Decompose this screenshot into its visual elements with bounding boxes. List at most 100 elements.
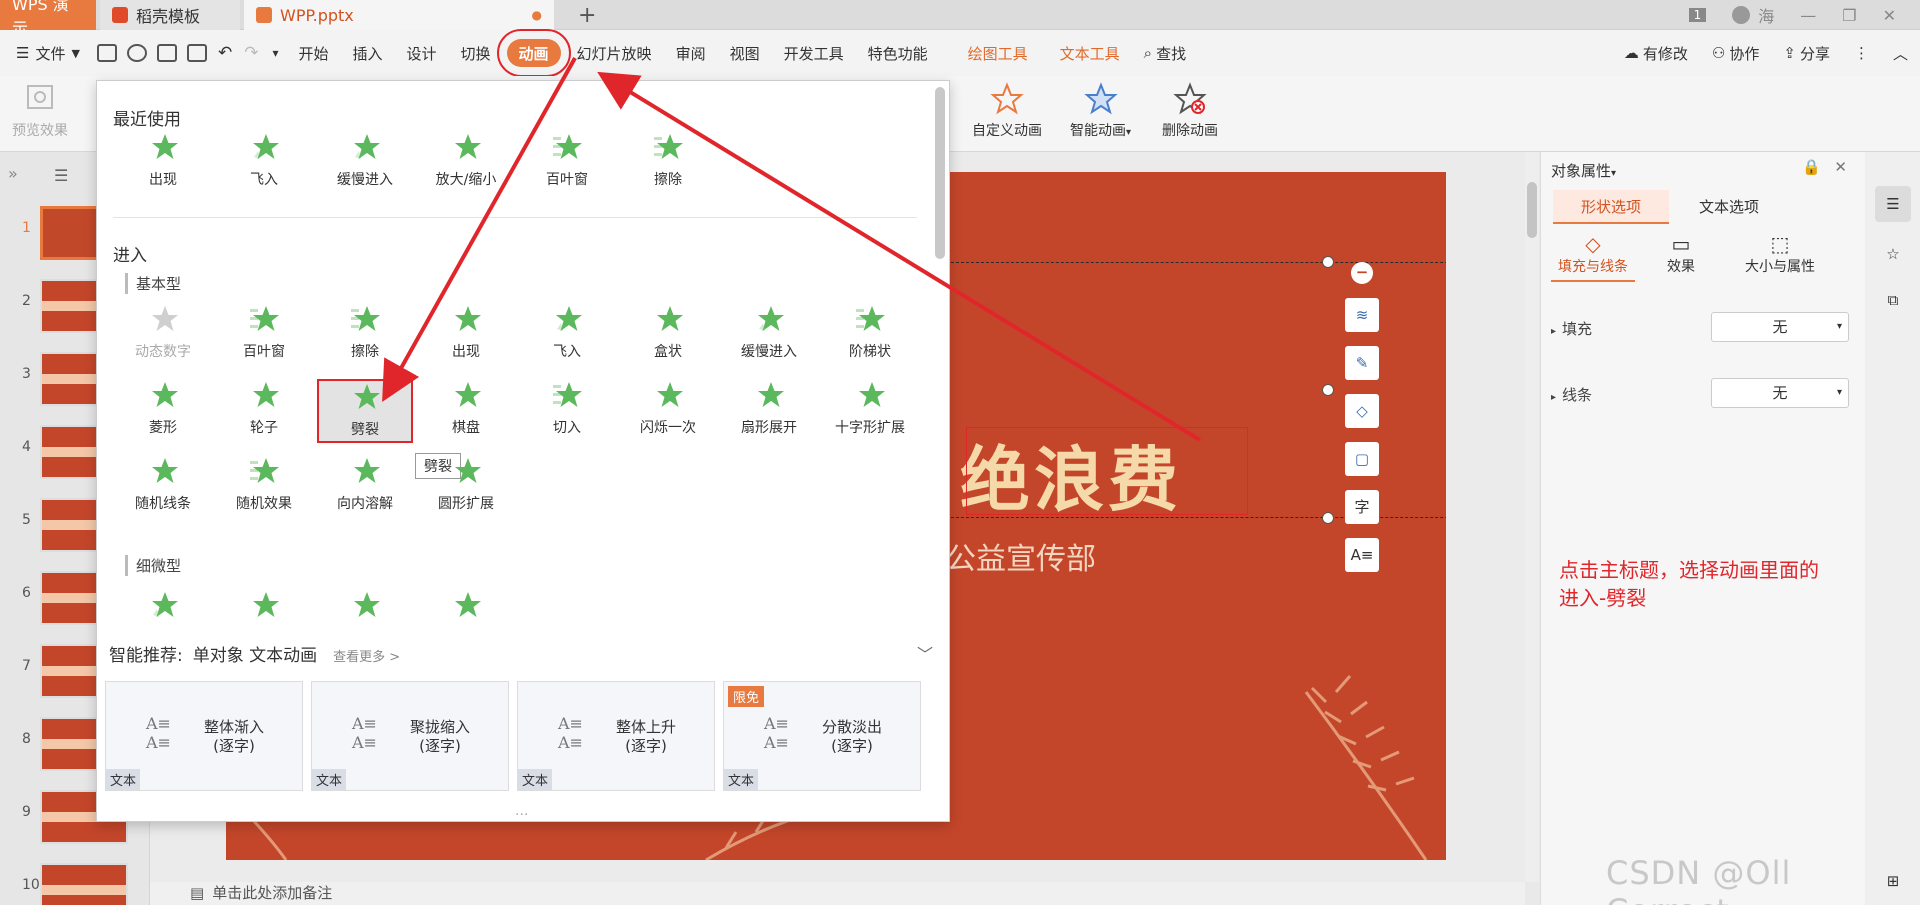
- animation-option[interactable]: [216, 589, 312, 653]
- resize-grip[interactable]: ...: [515, 803, 528, 819]
- animation-option[interactable]: 阶梯状: [822, 303, 918, 367]
- notes-bar[interactable]: ▤ 单击此处添加备注: [150, 882, 1525, 905]
- animation-option[interactable]: 飞入: [216, 131, 312, 195]
- tab-text-options[interactable]: 文本选项: [1671, 190, 1787, 224]
- expand-pane-icon[interactable]: »: [8, 164, 18, 183]
- file-menu[interactable]: ☰ 文件 ▼: [0, 39, 92, 67]
- animation-option[interactable]: 菱形: [115, 379, 211, 443]
- smart-recommend-card[interactable]: A≡ A≡ 聚拢缩入 (逐字) 文本: [311, 681, 509, 791]
- animation-option[interactable]: [115, 589, 211, 653]
- minimize-icon[interactable]: —: [1800, 6, 1816, 25]
- subtab-fill-line[interactable]: ◇ 填充与线条: [1551, 232, 1635, 282]
- animation-option[interactable]: 切入: [519, 379, 615, 443]
- resize-handle[interactable]: [1322, 384, 1334, 396]
- resize-handle[interactable]: [1322, 256, 1334, 268]
- tab-shape-options[interactable]: 形状选项: [1553, 190, 1669, 224]
- animation-option[interactable]: 圆形扩展: [418, 455, 514, 519]
- animation-option[interactable]: 缓慢进入: [317, 131, 413, 195]
- lock-icon[interactable]: 🔒: [1802, 158, 1821, 176]
- animation-option[interactable]: 随机线条: [115, 455, 211, 519]
- brush-icon[interactable]: ✎: [1345, 346, 1379, 380]
- animation-option[interactable]: 擦除: [620, 131, 716, 195]
- preview-effect-button[interactable]: 预览效果: [12, 82, 68, 140]
- resize-handle[interactable]: [1322, 512, 1334, 524]
- animation-option[interactable]: [418, 589, 514, 653]
- layers-icon[interactable]: ≋: [1345, 298, 1379, 332]
- slide-subtitle[interactable]: 公益宣传部: [946, 534, 1096, 578]
- properties-icon[interactable]: ☰: [1875, 186, 1911, 222]
- tab-start[interactable]: 开始: [286, 39, 340, 67]
- window-count-badge[interactable]: 1: [1688, 8, 1707, 22]
- animation-option[interactable]: [317, 589, 413, 653]
- more-menu-icon[interactable]: ⋮: [1842, 39, 1881, 67]
- subtab-size[interactable]: ⬚ 大小与属性: [1725, 232, 1835, 276]
- save-icon[interactable]: [96, 44, 117, 62]
- undo-icon[interactable]: ↶: [218, 43, 232, 63]
- animation-option[interactable]: 动态数字: [115, 303, 211, 367]
- animation-option[interactable]: 出现: [115, 131, 211, 195]
- close-panel-icon[interactable]: ✕: [1834, 158, 1847, 176]
- print-preview-icon[interactable]: [186, 44, 207, 62]
- animation-option[interactable]: 劈裂: [317, 379, 413, 443]
- fill-select[interactable]: 无 ▾: [1711, 312, 1849, 342]
- line-select[interactable]: 无 ▾: [1711, 378, 1849, 408]
- line-row[interactable]: ▸ 线条: [1551, 384, 1592, 405]
- animation-option[interactable]: 百叶窗: [216, 303, 312, 367]
- animation-option[interactable]: 放大/缩小: [418, 131, 514, 195]
- tab-texttools[interactable]: 文本工具: [1048, 39, 1132, 67]
- print-icon[interactable]: [156, 44, 177, 62]
- more-quick-icon[interactable]: ▾: [272, 46, 278, 60]
- tab-design[interactable]: 设计: [395, 39, 449, 67]
- collapse-icon[interactable]: −: [1351, 262, 1373, 284]
- tab-special[interactable]: 特色功能: [856, 39, 940, 67]
- export-icon[interactable]: [126, 44, 147, 62]
- animation-option[interactable]: 盒状: [620, 303, 716, 367]
- animation-option[interactable]: 擦除: [317, 303, 413, 367]
- tab-review[interactable]: 审阅: [664, 39, 718, 67]
- smart-recommend-card[interactable]: A≡ A≡ 分散淡出 (逐字) 文本 限免: [723, 681, 921, 791]
- chevron-down-icon[interactable]: ﹀: [917, 641, 933, 665]
- collab-button[interactable]: ⚇ 协作: [1700, 39, 1771, 67]
- share-button[interactable]: ⇪ 分享: [1771, 39, 1842, 67]
- search-button[interactable]: ⌕ 查找: [1132, 39, 1198, 67]
- new-tab-button[interactable]: +: [566, 0, 608, 30]
- modified-button[interactable]: ☁ 有修改: [1612, 39, 1700, 67]
- tab-switch[interactable]: 切换: [449, 39, 503, 67]
- panel-title[interactable]: 对象属性▾: [1551, 160, 1616, 181]
- tab-animation[interactable]: 动画: [496, 29, 571, 77]
- fill-bucket-icon[interactable]: ◇: [1345, 394, 1379, 428]
- tab-insert[interactable]: 插入: [340, 39, 394, 67]
- border-icon[interactable]: ▢: [1345, 442, 1379, 476]
- tab-document[interactable]: WPP.pptx ●: [244, 0, 554, 30]
- tab-drawtools[interactable]: 绘图工具: [956, 39, 1040, 67]
- dropdown-scroll-thumb[interactable]: [935, 87, 945, 259]
- animation-option[interactable]: 出现: [418, 303, 514, 367]
- avatar[interactable]: 海: [1732, 3, 1774, 27]
- scroll-thumb[interactable]: [1527, 182, 1537, 238]
- animation-option[interactable]: 十字形扩展: [822, 379, 918, 443]
- text-effect-icon[interactable]: A≡: [1345, 538, 1379, 572]
- animation-option[interactable]: 扇形展开: [721, 379, 817, 443]
- vertical-scrollbar[interactable]: [1525, 152, 1539, 882]
- tab-wps-app[interactable]: WPS 演示: [0, 0, 96, 38]
- animation-option[interactable]: 闪烁一次: [620, 379, 716, 443]
- text-style-icon[interactable]: 字: [1345, 490, 1379, 524]
- tab-slideshow[interactable]: 幻灯片放映: [565, 39, 664, 67]
- animation-option[interactable]: 百叶窗: [519, 131, 615, 195]
- animation-option[interactable]: 棋盘: [418, 379, 514, 443]
- subtab-effect[interactable]: ▭ 效果: [1651, 232, 1711, 276]
- restore-icon[interactable]: ❐: [1842, 6, 1856, 25]
- animation-pane-icon[interactable]: ☆: [1875, 236, 1911, 272]
- animation-option[interactable]: 飞入: [519, 303, 615, 367]
- delete-animation-button[interactable]: 删除动画: [1162, 82, 1218, 140]
- animation-option[interactable]: 轮子: [216, 379, 312, 443]
- custom-animation-button[interactable]: 自定义动画: [972, 82, 1042, 140]
- fill-row[interactable]: ▸ 填充: [1551, 318, 1592, 339]
- outline-view-icon[interactable]: ☰: [54, 166, 68, 185]
- tab-view[interactable]: 视图: [718, 39, 772, 67]
- tab-devtools[interactable]: 开发工具: [772, 39, 856, 67]
- animation-option[interactable]: 缓慢进入: [721, 303, 817, 367]
- animation-option[interactable]: 向内溶解: [317, 455, 413, 519]
- smart-animation-button[interactable]: 智能动画▾: [1070, 82, 1131, 140]
- collapse-ribbon-icon[interactable]: ︿: [1881, 39, 1920, 67]
